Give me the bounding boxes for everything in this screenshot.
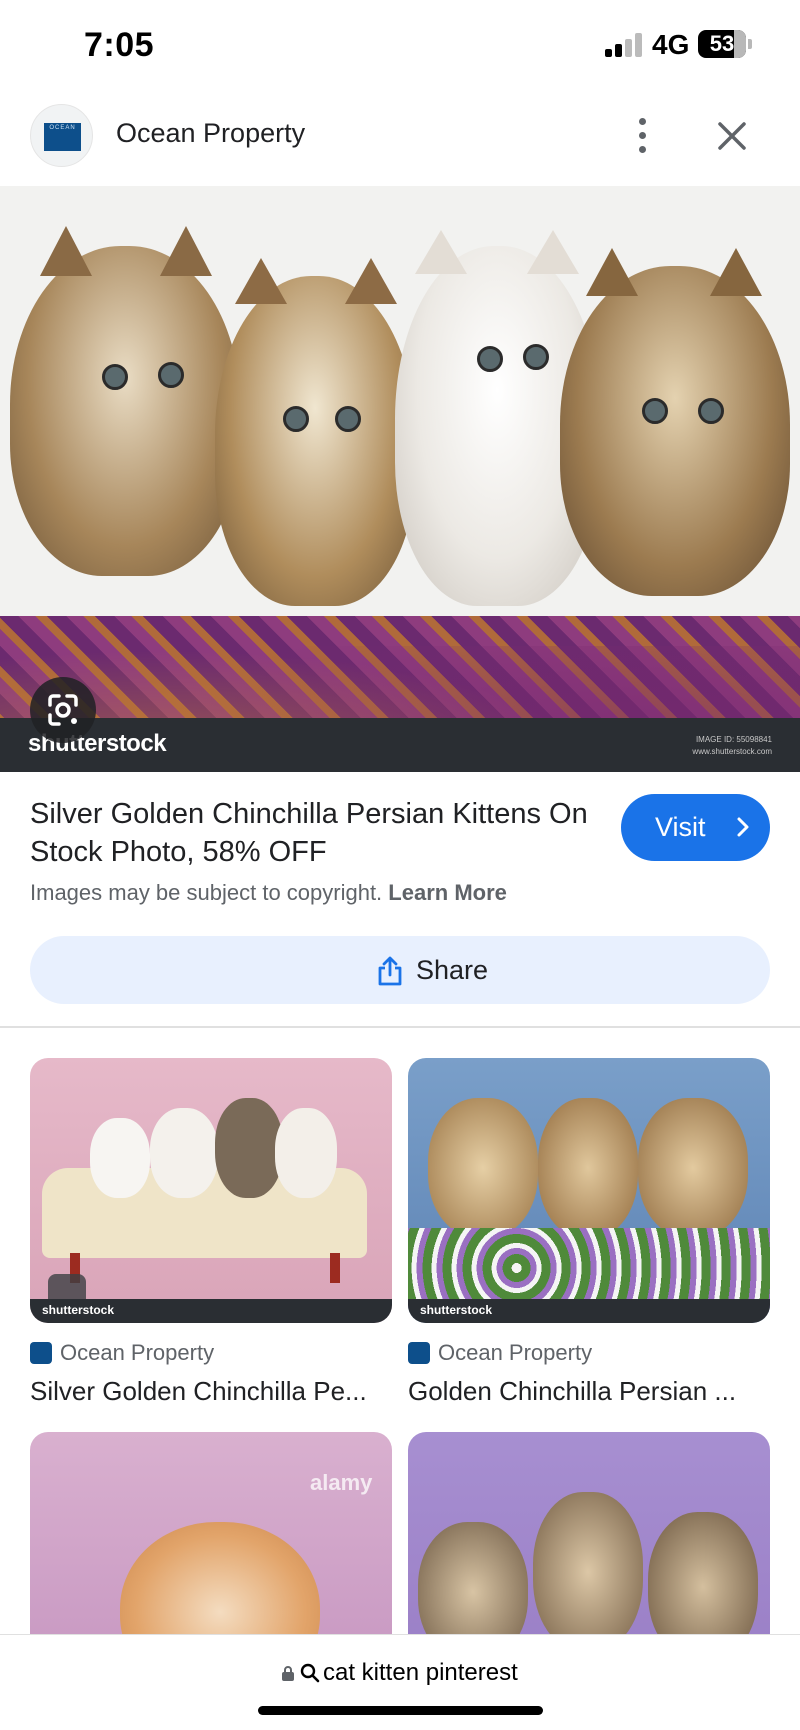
- close-button[interactable]: [712, 116, 752, 156]
- flowers: [408, 1228, 770, 1308]
- result-header: OCEAN Ocean Property: [0, 100, 800, 172]
- site-logo-text: OCEAN: [44, 123, 81, 151]
- result-image[interactable]: shutterstock IMAGE ID: 55098841 www.shut…: [0, 186, 800, 772]
- card-source-name: Ocean Property: [438, 1340, 593, 1365]
- kitten-4: [560, 248, 790, 596]
- status-time: 7:05: [84, 26, 155, 64]
- kitten-3: [638, 1098, 748, 1238]
- site-logo[interactable]: OCEAN: [30, 104, 93, 167]
- watermark-text: shutterstock: [42, 1303, 115, 1317]
- battery-nub: [748, 39, 752, 49]
- visit-label: Visit: [655, 812, 706, 842]
- site-title[interactable]: Ocean Property: [116, 118, 305, 149]
- kitten-white-2: [150, 1108, 218, 1198]
- related-card[interactable]: shutterstock Ocean Property Silver Golde…: [30, 1058, 392, 1406]
- related-card[interactable]: [408, 1432, 770, 1652]
- visit-button[interactable]: Visit: [621, 794, 770, 861]
- site-favicon: [408, 1342, 430, 1364]
- learn-more-link[interactable]: Learn More: [388, 880, 507, 905]
- more-options-button[interactable]: [624, 114, 660, 158]
- network-type: 4G: [652, 29, 690, 60]
- watermark-text: shutterstock: [420, 1303, 493, 1317]
- kitten-1: [10, 226, 240, 576]
- alamy-watermark: alamy: [310, 1470, 373, 1495]
- kitten-white-3: [275, 1108, 337, 1198]
- kitten-2: [538, 1098, 638, 1238]
- share-label: Share: [416, 955, 489, 985]
- more-vert-icon: [639, 118, 646, 125]
- status-bar: 7:05 4G 53: [0, 0, 800, 90]
- watermark-bar: shutterstock: [30, 1299, 392, 1323]
- kitten-orange: [120, 1522, 320, 1652]
- card-title[interactable]: Golden Chinchilla Persian ...: [408, 1376, 770, 1407]
- watermark-bar: shutterstock: [408, 1299, 770, 1323]
- image-meta: IMAGE ID: 55098841 www.shutterstock.com: [692, 734, 772, 758]
- related-thumbnail[interactable]: shutterstock: [408, 1058, 770, 1323]
- url-text[interactable]: cat kitten pinterest: [323, 1659, 518, 1687]
- section-divider: [0, 1026, 800, 1028]
- kitten-white-1: [90, 1118, 150, 1198]
- card-source-name: Ocean Property: [60, 1340, 215, 1365]
- more-vert-dot: [639, 146, 646, 153]
- result-title[interactable]: Silver Golden Chinchilla Persian Kittens…: [30, 795, 600, 871]
- related-thumbnail[interactable]: [408, 1432, 770, 1652]
- image-id: IMAGE ID: 55098841: [695, 735, 772, 744]
- google-lens-icon: [48, 694, 78, 726]
- battery-level: 53: [709, 31, 735, 56]
- kitten-1: [418, 1522, 528, 1652]
- battery-icon: 53: [698, 30, 746, 58]
- search-icon: [300, 1663, 320, 1683]
- lock-icon: [282, 1666, 294, 1681]
- chevron-right-icon: [737, 817, 749, 837]
- related-thumbnail[interactable]: alamy: [30, 1432, 392, 1652]
- watermark-bar: shutterstock IMAGE ID: 55098841 www.shut…: [0, 718, 800, 772]
- card-title[interactable]: Silver Golden Chinchilla Pe...: [30, 1376, 392, 1407]
- share-icon: [378, 956, 402, 986]
- sofa-legs: [70, 1253, 340, 1283]
- site-favicon: [30, 1342, 52, 1364]
- related-card[interactable]: alamy: [30, 1432, 392, 1652]
- cellular-signal-icon: [605, 33, 645, 57]
- image-source-url: www.shutterstock.com: [692, 747, 772, 756]
- home-indicator[interactable]: [258, 1706, 543, 1715]
- related-thumbnail[interactable]: shutterstock: [30, 1058, 392, 1323]
- related-card[interactable]: shutterstock Ocean Property Golden Chinc…: [408, 1058, 770, 1406]
- copyright-text: Images may be subject to copyright.: [30, 880, 383, 905]
- kitten-tabby: [215, 1098, 283, 1198]
- more-vert-dot: [639, 132, 646, 139]
- kitten-2: [533, 1492, 643, 1652]
- share-button[interactable]: Share: [30, 936, 770, 1004]
- kitten-2: [215, 258, 415, 606]
- kitten-1: [428, 1098, 538, 1238]
- browser-url-bar[interactable]: cat kitten pinterest: [0, 1634, 800, 1730]
- close-icon: [718, 122, 746, 150]
- copyright-notice: Images may be subject to copyright. Lear…: [30, 880, 507, 906]
- kitten-3: [648, 1512, 758, 1652]
- google-lens-button[interactable]: [30, 677, 96, 743]
